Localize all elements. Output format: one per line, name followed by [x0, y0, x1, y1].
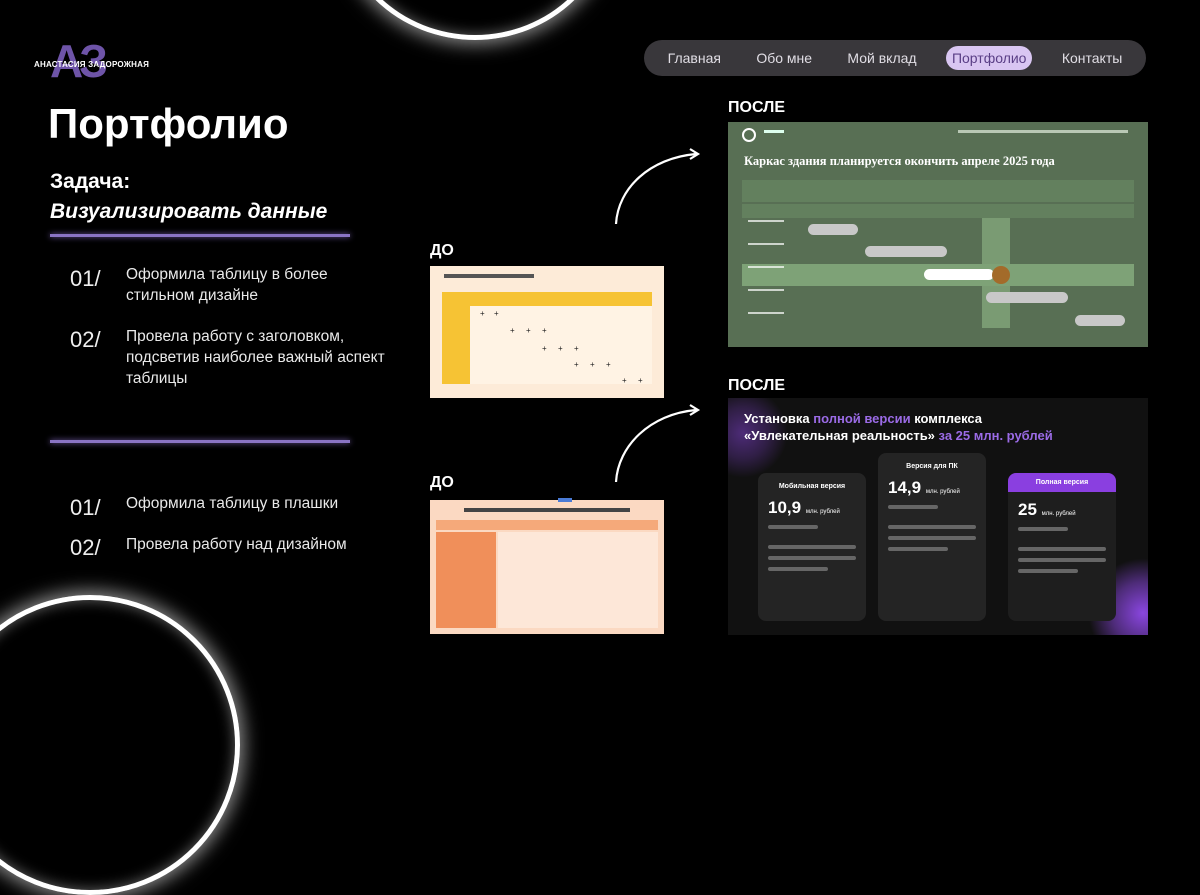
- gantt-bar: [986, 292, 1068, 303]
- after-label-2: ПОСЛЕ: [728, 377, 785, 394]
- gantt-row-labels: [748, 220, 784, 320]
- before-label-1: ДО: [430, 242, 454, 259]
- card-text-line: [1018, 527, 1068, 531]
- before-image-vr-table: [430, 498, 664, 634]
- page-title: Портфолио: [48, 100, 289, 147]
- card-header: Полная версия: [1008, 473, 1116, 492]
- card-header: Мобильная версия: [778, 483, 846, 490]
- task-label: Задача:: [50, 170, 131, 193]
- avatar: [992, 266, 1010, 284]
- pricing-card-mobile: Мобильная версия 10,9 млн. рублей: [758, 473, 866, 621]
- plus-mark: +: [510, 326, 515, 335]
- plus-mark: +: [590, 360, 595, 369]
- top-navigation: Главная Обо мне Мой вклад Портфолио Конт…: [644, 40, 1146, 76]
- nav-item-contribution[interactable]: Мой вклад: [841, 46, 922, 70]
- gantt-bar: [865, 246, 947, 257]
- card-price: 14,9 млн. рублей: [888, 478, 960, 497]
- nav-item-about[interactable]: Обо мне: [750, 46, 818, 70]
- pricing-card-pc: Версия для ПК 14,9 млн. рублей: [878, 453, 986, 621]
- plus-mark: +: [542, 344, 547, 353]
- card-text-line: [1018, 569, 1078, 573]
- pricing-title: Установка полной версии комплекса «Увлек…: [744, 411, 1053, 443]
- card-text-line: [768, 567, 828, 571]
- table-body: [498, 532, 658, 628]
- plus-mark: +: [558, 344, 563, 353]
- table-header-row: [442, 292, 652, 306]
- list1-item2-number: 02/: [70, 327, 101, 352]
- arrow-icon: [614, 148, 701, 225]
- plus-mark: +: [622, 376, 627, 385]
- list2-item2-number: 02/: [70, 535, 101, 560]
- gantt-title: Каркас здания планируется окончить апрел…: [744, 154, 1055, 168]
- divider-middle: [50, 440, 350, 443]
- card-text-line: [768, 545, 856, 549]
- nav-item-contacts[interactable]: Контакты: [1056, 46, 1128, 70]
- mini-nav-placeholder: [958, 130, 1128, 133]
- divider-top: [50, 234, 350, 237]
- gantt-months-row: [742, 204, 1134, 218]
- plus-mark: +: [574, 344, 579, 353]
- card-price: 25 млн. рублей: [1018, 500, 1076, 519]
- card-text-line: [768, 525, 818, 529]
- card-text-line: [888, 525, 976, 529]
- table-row-headers: [436, 532, 496, 628]
- gantt-bar: [808, 224, 858, 235]
- logo-name: АНАСТАСИЯ ЗАДОРОЖНАЯ: [34, 60, 150, 69]
- card-text-line: [1018, 558, 1106, 562]
- nav-item-portfolio[interactable]: Портфолио: [945, 46, 1033, 70]
- card-text-line: [768, 556, 856, 560]
- task-value: Визуализировать данные: [50, 200, 328, 223]
- plus-mark: +: [606, 360, 611, 369]
- company-logo-icon: [742, 128, 756, 142]
- image-title-placeholder: [464, 508, 630, 512]
- nav-item-home[interactable]: Главная: [662, 46, 727, 70]
- plus-mark: +: [494, 309, 499, 318]
- plus-mark: +: [574, 360, 579, 369]
- list2-item1-number: 01/: [70, 495, 101, 520]
- after-label-1: ПОСЛЕ: [728, 99, 785, 116]
- gantt-years-row: [742, 180, 1134, 202]
- list2-item2-text: Провела работу над дизайном: [126, 536, 347, 553]
- before-image-construction-table: + + + + + + + + + + + + +: [430, 266, 664, 398]
- arrow-icon: [614, 404, 701, 483]
- decorative-arc-bottom: [0, 595, 240, 895]
- selection-handle: [558, 498, 572, 502]
- list2-item1-text: Оформила таблицу в плашки: [126, 495, 339, 512]
- list1-item1-number: 01/: [70, 266, 101, 291]
- table-header-row: [436, 520, 658, 530]
- list1-item1-text: Оформила таблицу в более стильном дизайн…: [126, 266, 328, 304]
- plus-mark: +: [480, 309, 485, 318]
- plus-mark: +: [542, 326, 547, 335]
- plus-mark: +: [526, 326, 531, 335]
- table-row-headers: [442, 306, 470, 384]
- card-text-line: [1018, 547, 1106, 551]
- gantt-bar-highlight: [924, 269, 994, 280]
- after-image-pricing: Установка полной версии комплекса «Увлек…: [728, 398, 1148, 635]
- before-label-2: ДО: [430, 474, 454, 491]
- pricing-card-full: Полная версия 25 млн. рублей: [1008, 473, 1116, 621]
- decorative-arc-top: [335, 0, 615, 40]
- image-title-placeholder: [444, 274, 534, 278]
- plus-mark: +: [638, 376, 643, 385]
- company-name-placeholder: [764, 130, 784, 133]
- card-price: 10,9 млн. рублей: [768, 498, 840, 517]
- list1-item2-text: Провела работу с заголовком, подсветив н…: [126, 328, 385, 387]
- gantt-bar: [1075, 315, 1125, 326]
- card-text-line: [888, 505, 938, 509]
- card-text-line: [888, 536, 976, 540]
- card-header: Версия для ПК: [906, 463, 958, 470]
- after-image-gantt: Каркас здания планируется окончить апрел…: [728, 122, 1148, 347]
- card-text-line: [888, 547, 948, 551]
